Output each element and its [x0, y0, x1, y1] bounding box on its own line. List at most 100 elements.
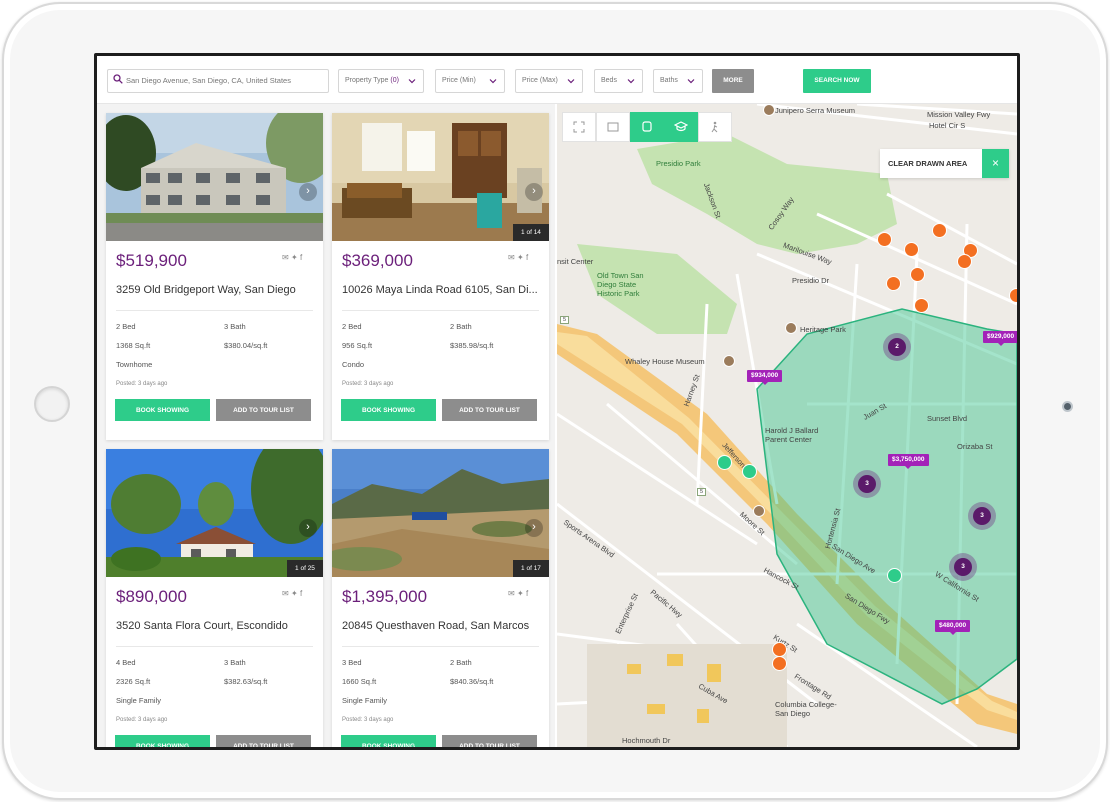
- next-photo-arrow-icon[interactable]: ›: [525, 183, 543, 201]
- facebook-icon[interactable]: f: [526, 589, 535, 598]
- school-marker-icon[interactable]: [742, 464, 757, 479]
- poi-marker-icon[interactable]: [886, 276, 901, 291]
- book-showing-button[interactable]: BOOK SHOWING: [115, 735, 210, 747]
- map-label-columbia: Columbia College-San Diego: [775, 700, 837, 718]
- listing-card[interactable]: › $519,900 ✉✦f 3259 Old Bridgeport Way, …: [106, 113, 323, 440]
- listing-photo[interactable]: › 1 of 25: [106, 449, 323, 577]
- twitter-icon[interactable]: ✦: [517, 253, 526, 262]
- poi-marker-icon[interactable]: [914, 298, 929, 313]
- add-to-tour-button[interactable]: ADD TO TOUR LIST: [442, 735, 537, 747]
- listing-address[interactable]: 3520 Santa Flora Court, Escondido: [116, 620, 316, 632]
- next-photo-arrow-icon[interactable]: ›: [299, 519, 317, 537]
- listing-card[interactable]: › 1 of 14 $369,000 ✉✦f 10026 Maya Linda …: [332, 113, 549, 440]
- listing-cluster[interactable]: 2: [883, 333, 911, 361]
- poi-marker-icon[interactable]: [910, 267, 925, 282]
- poi-marker-icon[interactable]: [877, 232, 892, 247]
- transit-icon[interactable]: [630, 112, 664, 142]
- property-type-dropdown[interactable]: Property Type (0): [338, 69, 424, 93]
- divider: [342, 646, 539, 647]
- divider: [342, 310, 539, 311]
- beds-dropdown[interactable]: Beds: [594, 69, 643, 93]
- price-min-dropdown[interactable]: Price (Min): [435, 69, 505, 93]
- facebook-icon[interactable]: f: [526, 253, 535, 262]
- listing-cluster[interactable]: 3: [949, 553, 977, 581]
- location-search-input[interactable]: San Diego Avenue, San Diego, CA, United …: [107, 69, 329, 93]
- twitter-icon[interactable]: ✦: [291, 589, 300, 598]
- price-max-dropdown[interactable]: Price (Max): [515, 69, 583, 93]
- listing-address[interactable]: 10026 Maya Linda Road 6105, San Di...: [342, 284, 542, 296]
- baths-dropdown[interactable]: Baths: [653, 69, 703, 93]
- clear-drawn-area-button[interactable]: CLEAR DRAWN AREA: [880, 149, 982, 178]
- close-icon[interactable]: ×: [982, 149, 1009, 178]
- listing-photo[interactable]: ›: [106, 113, 323, 241]
- draw-area-icon[interactable]: [596, 112, 630, 142]
- map-label-ballard: Harold J Ballard Parent Center: [765, 426, 819, 444]
- twitter-icon[interactable]: ✦: [517, 589, 526, 598]
- add-to-tour-button[interactable]: ADD TO TOUR LIST: [216, 399, 311, 421]
- listing-card[interactable]: › 1 of 25 $890,000 ✉✦f 3520 Santa Flora …: [106, 449, 323, 747]
- divider: [116, 310, 313, 311]
- listing-posted: Posted: 3 days ago: [116, 381, 168, 387]
- landmark-marker-icon: [763, 104, 775, 116]
- listing-type: Single Family: [116, 696, 162, 705]
- email-icon[interactable]: ✉: [508, 589, 517, 598]
- listing-posted: Posted: 3 days ago: [342, 717, 394, 723]
- search-now-button[interactable]: SEARCH NOW: [803, 69, 871, 93]
- more-filters-button[interactable]: MORE: [712, 69, 754, 93]
- poi-marker-icon[interactable]: [957, 254, 972, 269]
- listing-address[interactable]: 3259 Old Bridgeport Way, San Diego: [116, 284, 316, 296]
- listing-cluster[interactable]: 3: [853, 470, 881, 498]
- price-tag-marker[interactable]: $934,000: [747, 370, 783, 385]
- school-marker-icon[interactable]: [887, 568, 902, 583]
- book-showing-button[interactable]: BOOK SHOWING: [341, 735, 436, 747]
- listing-posted: Posted: 3 days ago: [342, 381, 394, 387]
- facebook-icon[interactable]: f: [300, 589, 309, 598]
- add-to-tour-button[interactable]: ADD TO TOUR LIST: [442, 399, 537, 421]
- add-to-tour-button[interactable]: ADD TO TOUR LIST: [216, 735, 311, 747]
- listing-photo[interactable]: › 1 of 14: [332, 113, 549, 241]
- poi-marker-icon[interactable]: [904, 242, 919, 257]
- chevron-down-icon: [489, 79, 497, 84]
- email-icon[interactable]: ✉: [282, 589, 291, 598]
- map-panel[interactable]: CLEAR DRAWN AREA × Junipero Serra Museum…: [557, 104, 1017, 747]
- poi-marker-icon[interactable]: [1009, 288, 1017, 303]
- listing-cluster[interactable]: 3: [968, 502, 996, 530]
- walk-score-icon[interactable]: [698, 112, 732, 142]
- email-icon[interactable]: ✉: [508, 253, 517, 262]
- chevron-down-icon: [627, 79, 635, 84]
- share-icons: ✉✦f: [282, 253, 309, 262]
- listing-beds: 4 Bed: [116, 658, 136, 667]
- book-showing-button[interactable]: BOOK SHOWING: [115, 399, 210, 421]
- listing-sqft: 956 Sq.ft: [342, 341, 373, 350]
- price-tag-marker[interactable]: $480,000: [935, 620, 971, 635]
- cluster-count: 3: [858, 475, 876, 493]
- listings-panel[interactable]: › $519,900 ✉✦f 3259 Old Bridgeport Way, …: [97, 104, 555, 747]
- price-tag-marker[interactable]: $3,750,000: [888, 454, 929, 469]
- listing-card[interactable]: › 1 of 17 $1,395,000 ✉✦f 20845 Questhave…: [332, 449, 549, 747]
- next-photo-arrow-icon[interactable]: ›: [525, 519, 543, 537]
- map-label-presidio-dr: Presidio Dr: [792, 276, 830, 285]
- listing-type: Single Family: [342, 696, 388, 705]
- listing-photo[interactable]: › 1 of 17: [332, 449, 549, 577]
- chevron-down-icon: [687, 79, 695, 84]
- listing-address[interactable]: 20845 Questhaven Road, San Marcos: [342, 620, 542, 632]
- home-button[interactable]: [34, 386, 70, 422]
- next-photo-arrow-icon[interactable]: ›: [299, 183, 317, 201]
- poi-marker-icon[interactable]: [932, 223, 947, 238]
- listing-baths: 2 Bath: [450, 322, 472, 331]
- twitter-icon[interactable]: ✦: [291, 253, 300, 262]
- book-showing-button[interactable]: BOOK SHOWING: [341, 399, 436, 421]
- landmark-marker-icon: [785, 322, 797, 334]
- map-label-mission-valley: Mission Valley Fwy: [927, 110, 991, 119]
- listing-price-per-sqft: $385.98/sq.ft: [450, 341, 494, 350]
- poi-marker-icon[interactable]: [772, 642, 787, 657]
- school-marker-icon[interactable]: [717, 455, 732, 470]
- facebook-icon[interactable]: f: [300, 253, 309, 262]
- listing-type: Townhome: [116, 360, 153, 369]
- map-label-sunset: Sunset Blvd: [927, 414, 968, 423]
- price-tag-marker[interactable]: $929,000: [983, 331, 1017, 346]
- fullscreen-icon[interactable]: [562, 112, 596, 142]
- email-icon[interactable]: ✉: [282, 253, 291, 262]
- school-icon[interactable]: [664, 112, 698, 142]
- poi-marker-icon[interactable]: [772, 656, 787, 671]
